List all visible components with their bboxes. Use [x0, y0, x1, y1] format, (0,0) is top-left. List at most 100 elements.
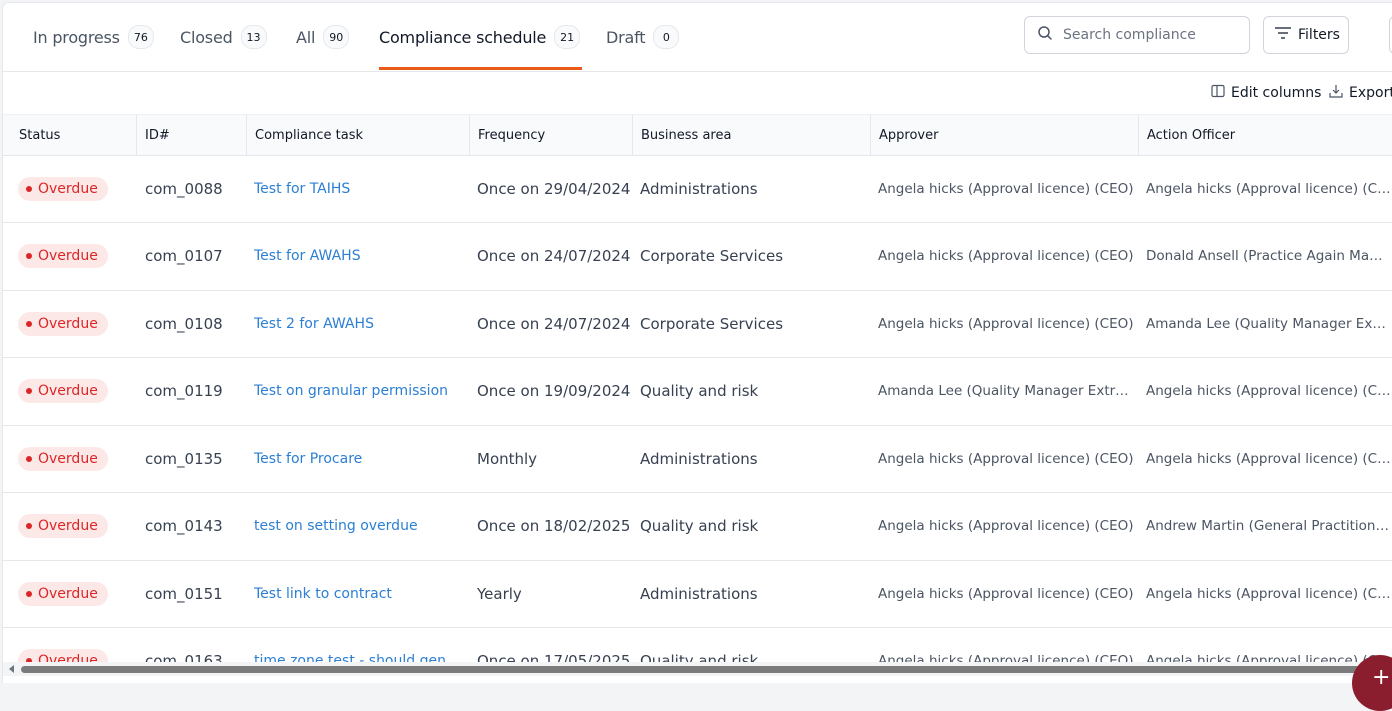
table-row[interactable]: Overdue com_0088 Test for TAIHS Once on 29/…	[3, 155, 1392, 223]
tab-label: All	[296, 27, 316, 47]
search-input[interactable]	[1061, 26, 1245, 44]
action-officer-cell: Angela hicks (Approval licence) (CE...	[1146, 180, 1391, 197]
id-cell: com_0108	[145, 314, 223, 333]
status-cell: Overdue	[18, 290, 138, 357]
search-box[interactable]	[1024, 16, 1250, 54]
compliance-task-link[interactable]: test on setting overdue	[254, 518, 418, 534]
tabs-bar: In progress 76 Closed 13 All 90 Complian…	[3, 3, 1392, 72]
compliance-task-link[interactable]: Test for Procare	[254, 451, 362, 467]
approver-cell: Angela hicks (Approval licence) (CEO)	[878, 223, 1134, 290]
compliance-task-link[interactable]: Test 2 for AWAHS	[254, 316, 374, 332]
compliance-task-cell: Test for AWAHS	[254, 223, 466, 290]
status-badge: Overdue	[18, 446, 108, 471]
compliance-page: In progress 76 Closed 13 All 90 Complian…	[2, 2, 1392, 683]
edit-columns-button[interactable]: Edit columns	[1211, 83, 1321, 103]
table-header: Status ID# Compliance task Frequency Bus…	[3, 114, 1392, 156]
action-officer-cell: Amanda Lee (Quality Manager Extra ...	[1146, 315, 1391, 332]
status-label: Overdue	[38, 315, 98, 332]
frequency-cell: Once on 19/09/2024	[477, 382, 631, 400]
status-dot	[26, 388, 32, 394]
compliance-task-link[interactable]: Test on granular permission	[254, 383, 448, 399]
id-cell: com_0151	[145, 560, 245, 627]
approver-cell: Angela hicks (Approval licence) (CEO)	[878, 425, 1134, 492]
tab-in-progress[interactable]: In progress 76	[33, 3, 154, 71]
status-dot	[26, 185, 32, 192]
tab-closed[interactable]: Closed 13	[180, 3, 267, 71]
status-badge: Overdue	[18, 311, 108, 336]
action-officer-cell: Andrew Martin (General Practitioner)	[1146, 518, 1391, 534]
plus-icon: +	[1372, 665, 1391, 690]
status-badge: Overdue	[18, 176, 108, 201]
action-officer-cell: Angela hicks (Approval licence) (CE...	[1146, 425, 1391, 492]
action-officer-cell: Donald Ansell (Practice Again Mana...	[1146, 248, 1391, 264]
id-cell: com_0107	[145, 247, 223, 265]
action-officer-cell: Angela hicks (Approval licence) (CE...	[1146, 585, 1391, 602]
active-tab-indicator	[379, 67, 582, 70]
business-area-cell: Administrations	[640, 449, 758, 468]
column-header-task[interactable]: Compliance task	[247, 115, 470, 155]
status-label: Overdue	[38, 450, 98, 467]
frequency-cell: Once on 24/07/2024	[477, 223, 637, 290]
business-area-cell: Administrations	[640, 155, 868, 222]
compliance-task-link[interactable]: Test link to contract	[254, 586, 392, 602]
table-row[interactable]: Overdue com_0151 Test link to contract Year…	[3, 560, 1392, 628]
approver-cell: Angela hicks (Approval licence) (CEO)	[878, 290, 1134, 357]
frequency-cell: Once on 24/07/2024	[477, 314, 631, 333]
compliance-task-link[interactable]: Test for TAIHS	[254, 181, 350, 197]
scroll-left-arrow[interactable]	[9, 665, 14, 673]
horizontal-scrollbar[interactable]	[3, 662, 1392, 676]
table-row[interactable]: Overdue com_0143 test on setting overdue On…	[3, 493, 1392, 561]
status-dot	[26, 320, 32, 327]
table-row[interactable]: Overdue com_0107 Test for AWAHS Once on 24/…	[3, 223, 1392, 291]
filters-button[interactable]: Filters	[1263, 16, 1349, 54]
compliance-task-cell: Test link to contract	[254, 560, 466, 627]
status-cell: Overdue	[18, 425, 138, 492]
business-area-cell: Quality and risk	[640, 382, 759, 400]
compliance-task-cell: Test on granular permission	[254, 358, 466, 425]
frequency-cell: Yearly	[477, 584, 522, 603]
tab-compliance-schedule[interactable]: Compliance schedule 21	[379, 3, 581, 71]
download-icon	[1329, 84, 1343, 102]
approver-cell: Angela hicks (Approval licence) (CEO)	[878, 585, 1134, 602]
search-icon	[1037, 25, 1053, 45]
status-cell: Overdue	[18, 155, 138, 222]
id-cell: com_0135	[145, 449, 223, 468]
scrollbar-thumb[interactable]	[21, 666, 1392, 673]
approver-cell: Angela hicks (Approval licence) (CEO)	[878, 180, 1134, 197]
table-row[interactable]: Overdue com_0119 Test on granular permissi…	[3, 358, 1392, 426]
tab-draft[interactable]: Draft 0	[606, 3, 680, 71]
filters-label: Filters	[1298, 27, 1340, 43]
column-header-action-officer[interactable]: Action Officer	[1139, 115, 1392, 155]
table-row[interactable]: Overdue com_0108 Test 2 for AWAHS Once on 2…	[3, 290, 1392, 358]
frequency-cell: Once on 29/04/2024	[477, 155, 637, 222]
status-dot	[26, 253, 32, 259]
frequency-cell: Once on 19/09/2024	[477, 358, 637, 425]
export-button[interactable]: Export	[1329, 83, 1392, 103]
approver-cell: Angela hicks (Approval licence) (CEO)	[878, 155, 1134, 222]
id-cell: com_0108	[145, 290, 245, 357]
column-header-approver[interactable]: Approver	[871, 115, 1139, 155]
approver-cell: Amanda Lee (Quality Manager Extra -...	[878, 358, 1134, 425]
compliance-task-link[interactable]: Test for AWAHS	[254, 248, 361, 264]
tab-label: Closed	[180, 27, 233, 47]
frequency-cell: Once on 18/02/2025	[477, 517, 631, 535]
tab-count-badge: 76	[127, 25, 154, 49]
frequency-cell: Monthly	[477, 425, 637, 492]
column-header-frequency[interactable]: Frequency	[470, 115, 633, 155]
columns-icon	[1211, 84, 1225, 102]
compliance-task-cell: test on setting overdue	[254, 493, 466, 560]
status-cell: Overdue	[18, 223, 138, 290]
business-area-cell: Quality and risk	[640, 358, 868, 425]
status-dot	[26, 590, 32, 597]
business-area-cell: Corporate Services	[640, 314, 784, 333]
business-area-cell: Corporate Services	[640, 223, 868, 290]
tab-all[interactable]: All 90	[296, 3, 350, 71]
action-officer-cell: Andrew Martin (General Practitioner)	[1146, 493, 1391, 560]
table-row[interactable]: Overdue com_0135 Test for Procare Monthly Ad…	[3, 425, 1392, 493]
status-cell: Overdue	[18, 493, 138, 560]
column-header-id[interactable]: ID#	[137, 115, 247, 155]
column-header-status[interactable]: Status	[11, 115, 137, 155]
id-cell: com_0107	[145, 223, 245, 290]
business-area-cell: Quality and risk	[640, 493, 868, 560]
column-header-business-area[interactable]: Business area	[633, 115, 871, 155]
